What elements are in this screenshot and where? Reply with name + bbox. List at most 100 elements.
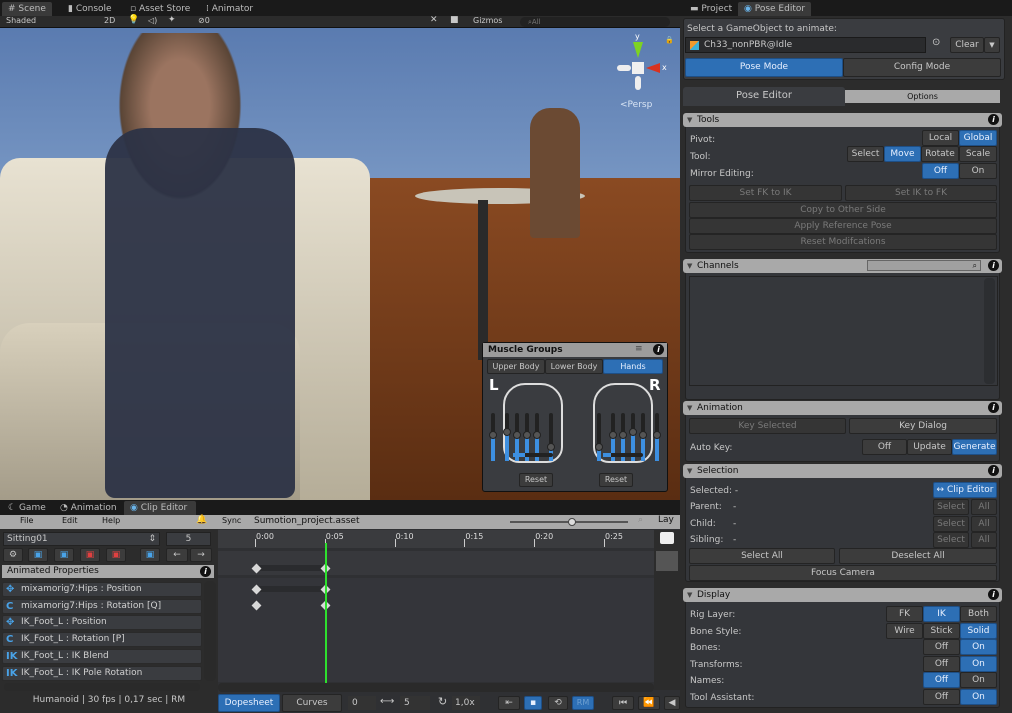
- right-reset-button[interactable]: Reset: [599, 473, 633, 487]
- menu-edit[interactable]: Edit: [62, 516, 78, 525]
- info-icon[interactable]: i: [988, 465, 999, 476]
- finger-slider[interactable]: [653, 413, 661, 461]
- length-field[interactable]: 5: [400, 696, 430, 710]
- select-all-children-button[interactable]: All: [971, 532, 997, 548]
- prev-key-icon[interactable]: ⏪: [638, 696, 660, 710]
- scene-search-input[interactable]: ⌕All: [520, 17, 670, 27]
- finger-slider[interactable]: [489, 413, 497, 461]
- deselect-all-button[interactable]: Deselect All: [839, 548, 997, 564]
- tools-header[interactable]: ▼ Tools i: [683, 113, 1002, 127]
- bell-icon[interactable]: 🔔: [196, 515, 207, 525]
- info-icon[interactable]: i: [988, 589, 999, 600]
- add-clip-icon[interactable]: ▣: [28, 548, 48, 562]
- mirror-on[interactable]: On: [959, 163, 997, 179]
- settings-icon[interactable]: ⚙: [3, 548, 23, 562]
- pivot-global[interactable]: Global: [959, 130, 997, 146]
- display-header[interactable]: ▼ Display i: [683, 588, 1002, 602]
- property-row[interactable]: Cmixamorig7:Hips : Rotation [Q]: [2, 598, 202, 614]
- display-option-off[interactable]: Off: [923, 672, 960, 689]
- display-option-fk[interactable]: FK: [886, 606, 923, 622]
- tab-animation[interactable]: ◔ Animation: [54, 501, 123, 515]
- config-mode-button[interactable]: Config Mode: [843, 58, 1001, 77]
- auto-key-update[interactable]: Update: [907, 439, 952, 455]
- zoom-search-icon[interactable]: ⌕: [638, 515, 643, 525]
- lock-icon[interactable]: 🔒: [665, 36, 674, 44]
- display-option-off[interactable]: Off: [923, 655, 960, 672]
- property-h-scrollbar[interactable]: [4, 683, 200, 691]
- display-option-off[interactable]: Off: [923, 689, 960, 705]
- property-scrollbar[interactable]: [204, 581, 216, 681]
- audio-icon[interactable]: ◁): [148, 16, 157, 25]
- info-icon[interactable]: i: [653, 344, 664, 355]
- track-row[interactable]: [218, 578, 654, 682]
- select-button[interactable]: Select: [933, 515, 969, 532]
- property-row[interactable]: IK IK_Foot_L : IK Pole Rotation: [2, 665, 202, 681]
- auto-key-off[interactable]: Off: [862, 439, 907, 455]
- lighting-icon[interactable]: 💡: [128, 15, 139, 25]
- copy-to-other-side-button[interactable]: Copy to Other Side: [689, 202, 997, 218]
- neg-z-cone[interactable]: [635, 76, 641, 90]
- dopesheet-tab[interactable]: Dopesheet: [218, 694, 280, 712]
- track-row[interactable]: [218, 551, 654, 575]
- neg-x-cone[interactable]: [617, 65, 631, 71]
- key-selected-button[interactable]: Key Selected: [689, 418, 846, 434]
- scene-viewport[interactable]: y x 🔒 <Persp Muscle Groups ≡ i Upper Bod…: [0, 28, 680, 500]
- tab-asset-store[interactable]: ▫ Asset Store: [124, 2, 196, 16]
- tools-icon[interactable]: ✕: [430, 15, 438, 25]
- 2d-toggle[interactable]: 2D: [104, 16, 115, 25]
- tab-pose-editor[interactable]: ◉ Pose Editor: [738, 2, 812, 16]
- menu-icon[interactable]: ≡: [635, 344, 643, 354]
- pose-mode-button[interactable]: Pose Mode: [685, 58, 843, 77]
- projection-label[interactable]: <Persp: [620, 100, 652, 110]
- frame-count-field[interactable]: 5: [166, 532, 211, 546]
- shading-dropdown[interactable]: Shaded: [6, 16, 36, 25]
- effects-icon[interactable]: ✦: [168, 15, 176, 25]
- clear-dropdown[interactable]: ▼: [984, 37, 1000, 53]
- remove-clip-icon[interactable]: ▣: [80, 548, 100, 562]
- channels-scrollbar[interactable]: [984, 278, 995, 384]
- layer-item[interactable]: [656, 551, 678, 571]
- tool-scale[interactable]: Scale: [959, 146, 997, 162]
- curves-tab[interactable]: Curves: [282, 694, 342, 712]
- y-axis-cone[interactable]: [633, 42, 643, 58]
- focus-camera-button[interactable]: Focus Camera: [689, 565, 997, 581]
- start-frame-field[interactable]: 0: [348, 696, 376, 710]
- clip-dropdown[interactable]: Sitting01 ⇕: [3, 532, 160, 546]
- info-icon[interactable]: i: [988, 260, 999, 271]
- set-ik-to-fk-button[interactable]: Set IK to FK: [845, 185, 997, 201]
- tool-select[interactable]: Select: [847, 146, 884, 162]
- remove-property-icon[interactable]: ▣: [106, 548, 126, 562]
- finger-slider[interactable]: [595, 413, 603, 461]
- display-option-stick[interactable]: Stick: [923, 622, 960, 639]
- next-arrow-icon[interactable]: →: [190, 548, 212, 562]
- select-all-children-button[interactable]: All: [971, 515, 997, 532]
- property-row[interactable]: IK IK_Foot_L : IK Blend: [2, 648, 202, 664]
- gizmos-dropdown[interactable]: Gizmos: [473, 16, 502, 25]
- left-reset-button[interactable]: Reset: [519, 473, 553, 487]
- subtab-pose-editor[interactable]: Pose Editor: [683, 87, 845, 106]
- channels-list[interactable]: [689, 276, 998, 386]
- root-motion-toggle[interactable]: RM: [572, 696, 594, 710]
- tab-console[interactable]: ▮ Console: [62, 2, 118, 16]
- x-axis-cone[interactable]: [646, 63, 660, 73]
- prev-frame-icon[interactable]: ◀: [664, 696, 680, 710]
- finger-slider[interactable]: [503, 413, 511, 461]
- tab-hands[interactable]: Hands: [603, 359, 663, 374]
- record-icon[interactable]: ▪: [524, 696, 542, 710]
- auto-key-generate[interactable]: Generate: [952, 439, 997, 455]
- layers-tab[interactable]: Lay: [654, 515, 680, 529]
- tab-game[interactable]: ☾ Game: [2, 501, 52, 515]
- prev-arrow-icon[interactable]: ←: [166, 548, 188, 562]
- tab-scene[interactable]: # Scene: [2, 2, 52, 16]
- playhead[interactable]: [325, 543, 327, 683]
- info-icon[interactable]: i: [988, 402, 999, 413]
- add-property-icon[interactable]: ▣: [54, 548, 74, 562]
- select-all-children-button[interactable]: All: [971, 499, 997, 515]
- display-option-on[interactable]: On: [960, 689, 997, 705]
- pivot-local[interactable]: Local: [922, 130, 959, 146]
- tool-move[interactable]: Move: [884, 146, 921, 162]
- go-start-icon[interactable]: ⇤: [498, 696, 520, 710]
- add-event-icon[interactable]: ▣: [140, 548, 160, 562]
- channels-header[interactable]: ▼ Channels ⌕ i: [683, 259, 1002, 273]
- gizmo-center[interactable]: [632, 62, 644, 74]
